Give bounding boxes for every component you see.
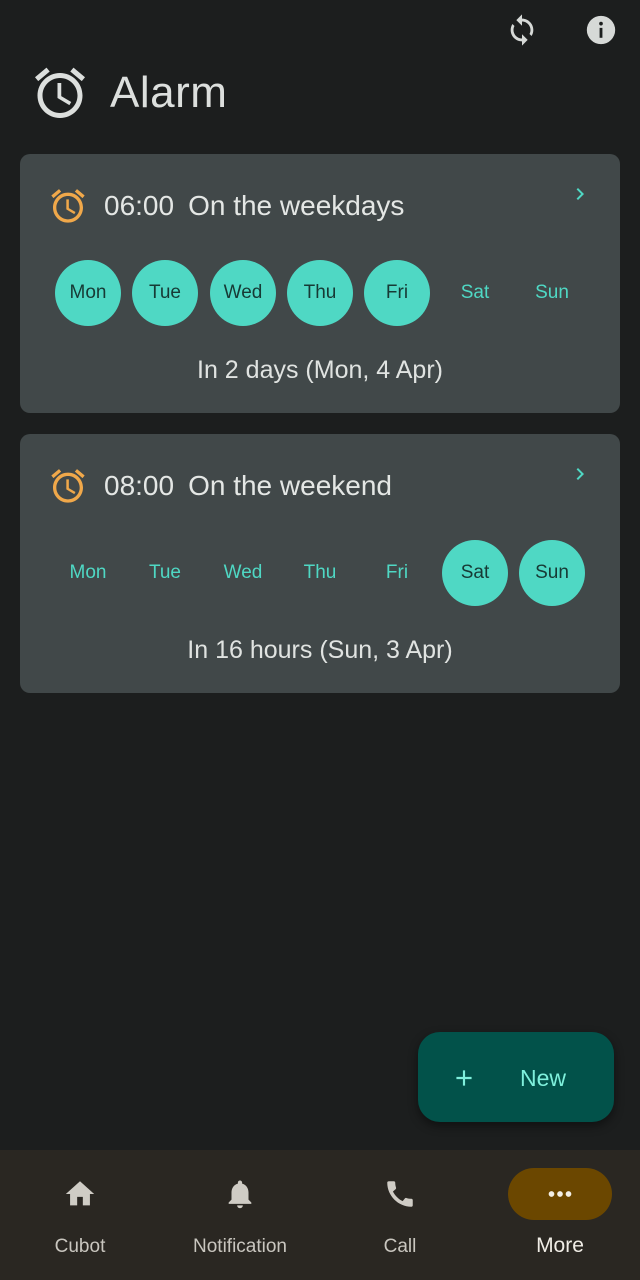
chevron-right-icon[interactable] xyxy=(568,462,592,486)
alarm-time: 06:00 xyxy=(104,190,175,221)
nav-item-call[interactable]: Call xyxy=(320,1150,480,1280)
sync-icon[interactable] xyxy=(500,8,544,52)
day-toggle-sat[interactable]: Sat xyxy=(442,540,508,606)
more-horizontal-icon xyxy=(548,1191,572,1197)
nav-icon-container xyxy=(28,1168,132,1220)
plus-icon xyxy=(456,1070,472,1086)
alarm-clock-icon xyxy=(51,469,85,503)
weekday-selector: Mon Tue Wed Thu Fri Sat Sun xyxy=(55,260,585,326)
day-toggle-sun[interactable]: Sun xyxy=(519,260,585,326)
nav-label: Cubot xyxy=(54,1236,106,1257)
home-icon xyxy=(65,1181,95,1206)
nav-label: Notification xyxy=(193,1236,287,1257)
day-toggle-mon[interactable]: Mon xyxy=(55,260,121,326)
nav-icon-container xyxy=(348,1168,452,1220)
info-icon[interactable] xyxy=(579,8,623,52)
day-toggle-tue[interactable]: Tue xyxy=(132,540,198,606)
alarm-clock-icon xyxy=(51,189,85,223)
nav-item-notification[interactable]: Notification xyxy=(160,1150,320,1280)
weekday-selector: Mon Tue Wed Thu Fri Sat Sun xyxy=(55,540,585,606)
alarm-card[interactable]: 06:00 On the weekdays Mon Tue Wed Thu Fri… xyxy=(20,154,620,413)
nav-item-more[interactable]: More xyxy=(480,1150,640,1280)
alarm-card[interactable]: 08:00 On the weekend Mon Tue Wed Thu Fri … xyxy=(20,434,620,693)
bottom-navigation: Cubot Notification Call More xyxy=(0,1150,640,1280)
alarm-title: 06:00 On the weekdays xyxy=(104,190,404,222)
phone-icon xyxy=(387,1181,413,1207)
alarm-time: 08:00 xyxy=(104,470,175,501)
day-toggle-fri[interactable]: Fri xyxy=(364,540,430,606)
new-alarm-button[interactable]: New xyxy=(418,1032,614,1122)
nav-item-cubot[interactable]: Cubot xyxy=(0,1150,160,1280)
page-header: Alarm xyxy=(30,62,227,124)
alarm-title: 08:00 On the weekend xyxy=(104,470,392,502)
alarm-label: On the weekend xyxy=(188,470,392,501)
bell-icon xyxy=(228,1180,252,1209)
alarm-clock-icon xyxy=(35,67,85,118)
nav-icon-container xyxy=(508,1168,612,1220)
day-toggle-wed[interactable]: Wed xyxy=(210,540,276,606)
day-toggle-thu[interactable]: Thu xyxy=(287,260,353,326)
day-toggle-mon[interactable]: Mon xyxy=(55,540,121,606)
alarm-label: On the weekdays xyxy=(188,190,405,221)
day-toggle-fri[interactable]: Fri xyxy=(364,260,430,326)
day-toggle-wed[interactable]: Wed xyxy=(210,260,276,326)
new-alarm-label: New xyxy=(520,1065,567,1091)
day-toggle-sat[interactable]: Sat xyxy=(442,260,508,326)
day-toggle-tue[interactable]: Tue xyxy=(132,260,198,326)
nav-label: Call xyxy=(383,1236,417,1257)
alarm-screen: Alarm 06:00 On the weekdays Mon Tue Wed T… xyxy=(0,0,640,1280)
next-alarm-text: In 2 days (Mon, 4 Apr) xyxy=(197,356,443,384)
chevron-right-icon[interactable] xyxy=(568,182,592,206)
day-toggle-thu[interactable]: Thu xyxy=(287,540,353,606)
next-alarm-text: In 16 hours (Sun, 3 Apr) xyxy=(187,636,453,664)
day-toggle-sun[interactable]: Sun xyxy=(519,540,585,606)
nav-icon-container xyxy=(188,1168,292,1220)
nav-label: More xyxy=(536,1234,584,1257)
page-title: Alarm xyxy=(110,68,228,117)
